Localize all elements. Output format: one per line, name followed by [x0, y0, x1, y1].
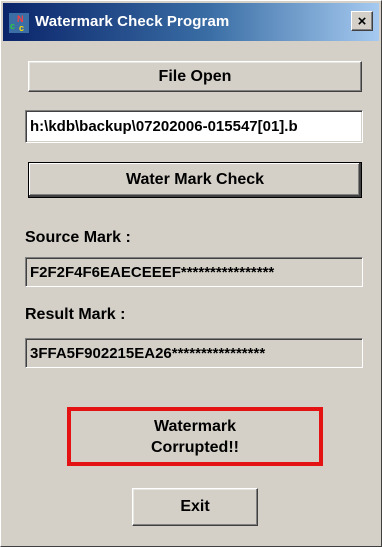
title-bar[interactable]: c N c Watermark Check Program ×: [3, 3, 379, 41]
source-mark-field: F2F2F4F6EAECEEEF****************: [25, 257, 363, 287]
app-icon: c N c: [9, 13, 29, 33]
status-line-1: Watermark: [153, 417, 237, 435]
result-mark-field: 3FFA5F902215EA26****************: [25, 338, 363, 368]
status-line-2: Corrupted!!: [151, 438, 239, 456]
result-mark-label: Result Mark :: [25, 306, 126, 323]
close-button[interactable]: ×: [351, 11, 373, 31]
status-message-box: Watermark Corrupted!!: [67, 407, 323, 466]
water-mark-check-label: Water Mark Check: [125, 171, 265, 188]
close-icon: ×: [357, 13, 367, 30]
exit-button[interactable]: Exit: [132, 488, 258, 526]
window-title: Watermark Check Program: [35, 13, 230, 30]
svg-text:c: c: [10, 21, 15, 31]
file-path-field[interactable]: h:\kdb\backup\07202006-015547[01].b: [25, 110, 363, 143]
file-open-label: File Open: [158, 67, 232, 85]
exit-label: Exit: [180, 498, 210, 515]
svg-text:c: c: [19, 23, 24, 33]
file-open-button[interactable]: File Open: [28, 61, 362, 92]
main-window: c N c Watermark Check Program × File Ope…: [0, 0, 382, 547]
source-mark-label: Source Mark :: [25, 229, 131, 246]
water-mark-check-button[interactable]: Water Mark Check: [28, 162, 362, 198]
